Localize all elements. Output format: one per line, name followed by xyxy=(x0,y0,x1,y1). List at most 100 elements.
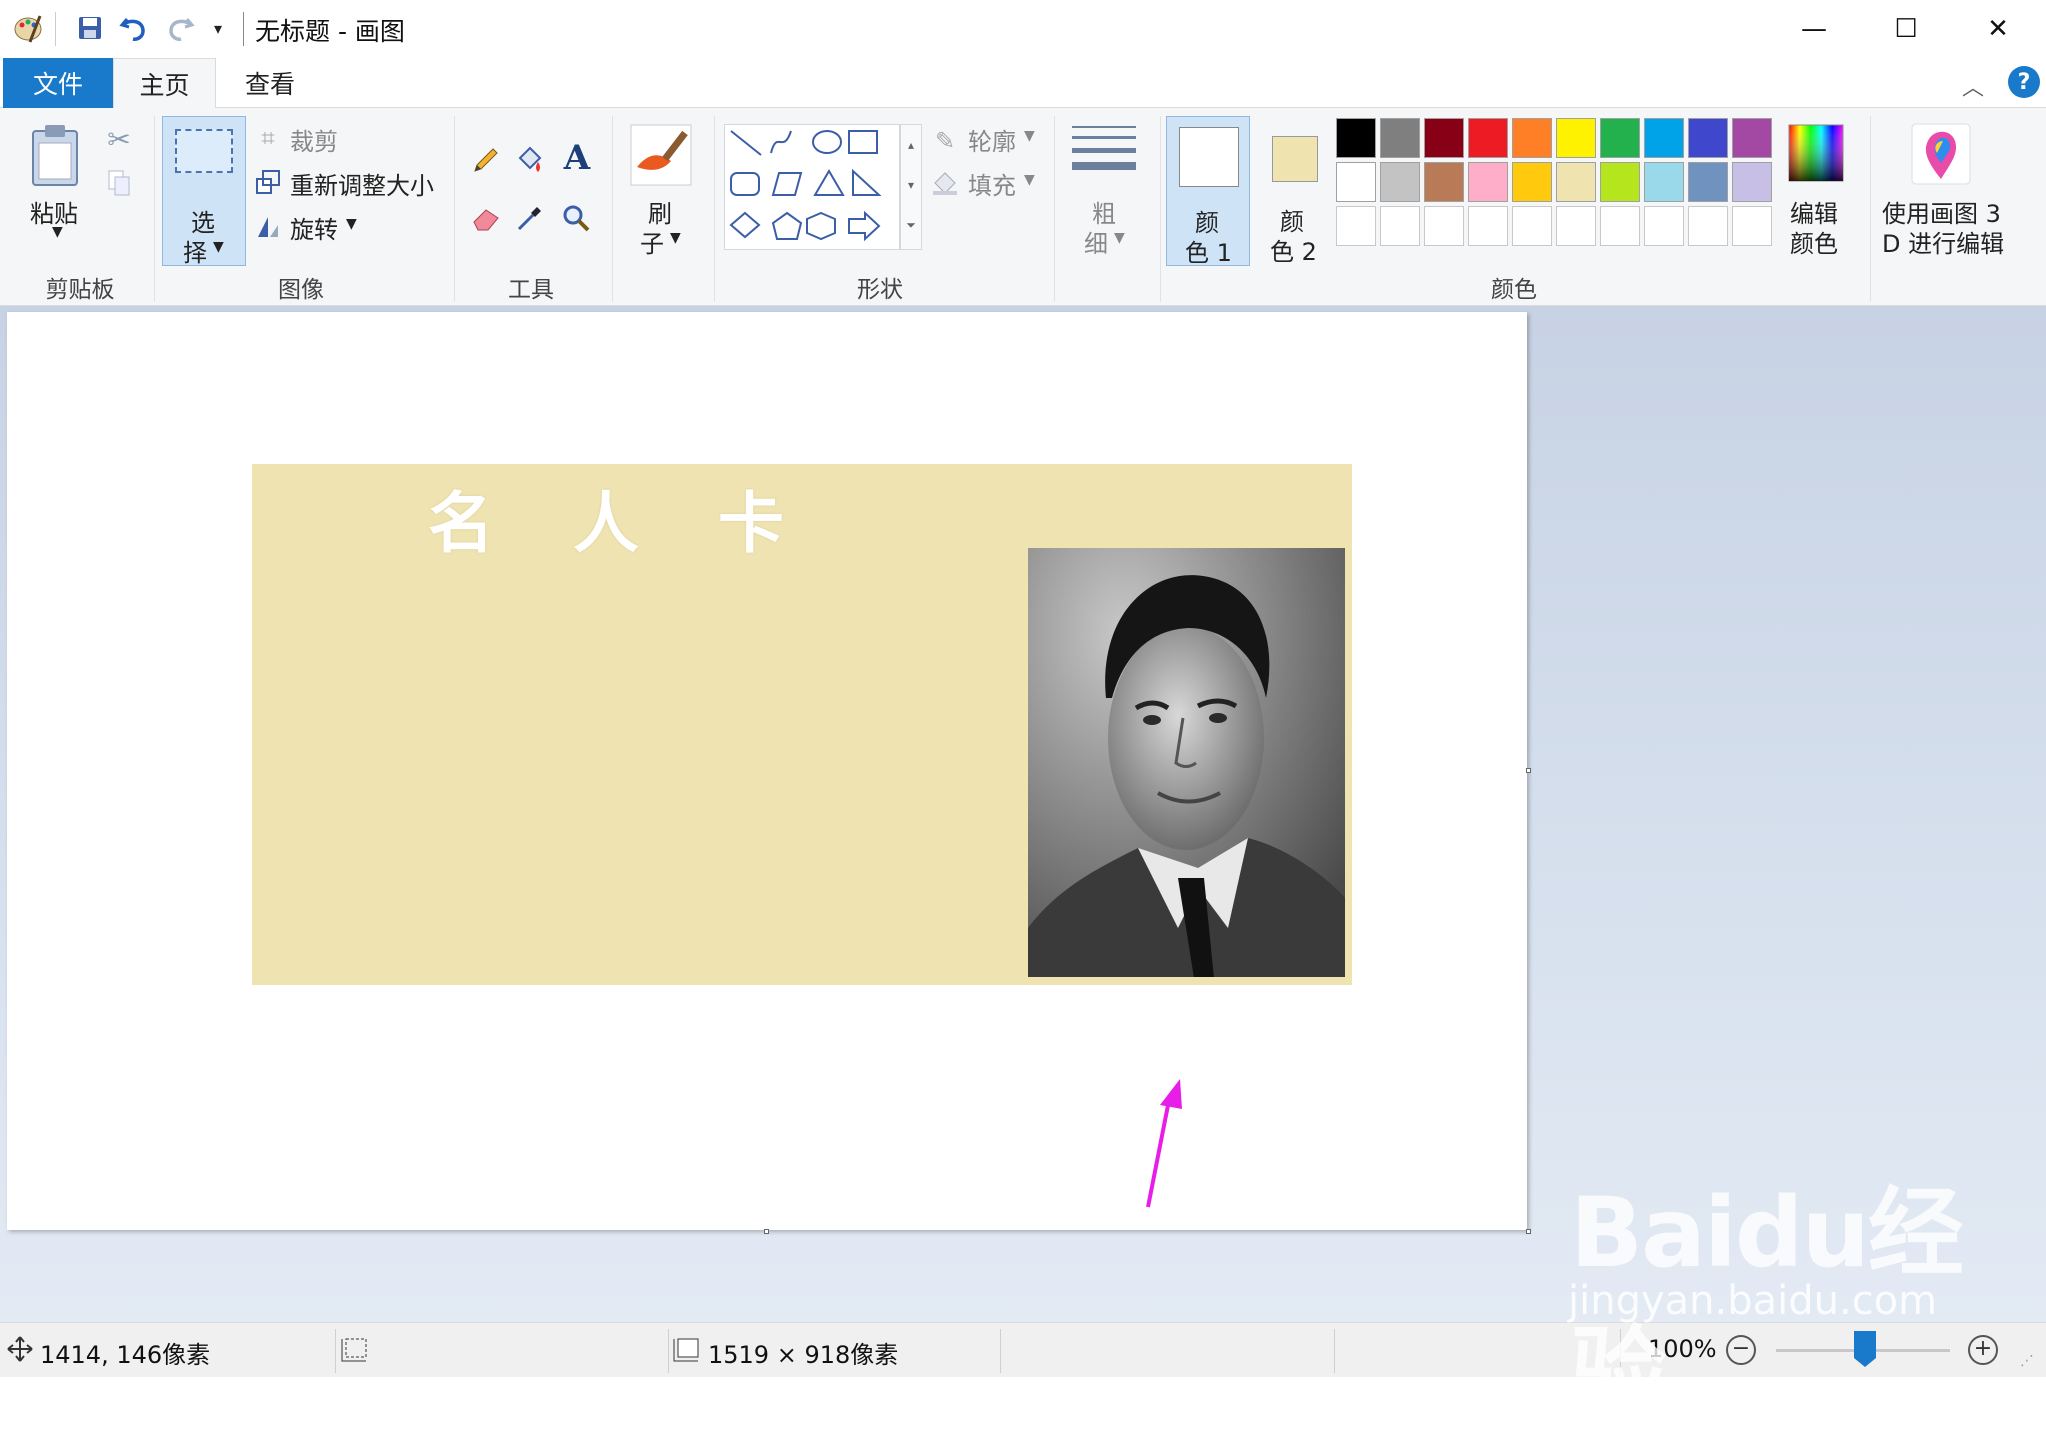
portrait-photo xyxy=(1028,548,1345,977)
custom-color-slot[interactable] xyxy=(1688,206,1728,246)
shapes-scrollbar[interactable]: ▴ ▾ ⏷ xyxy=(900,124,922,250)
magnifier-icon[interactable] xyxy=(558,200,594,236)
collapse-ribbon-icon[interactable]: ︿ xyxy=(1962,70,1984,102)
brushes-icon[interactable] xyxy=(628,122,694,188)
palette-swatch[interactable] xyxy=(1732,162,1772,202)
paste-icon[interactable] xyxy=(24,120,86,192)
crop-button[interactable]: 裁剪 xyxy=(290,122,338,157)
brushes-label-2[interactable]: 子 xyxy=(640,224,664,259)
text-tool-icon[interactable]: A xyxy=(558,138,596,178)
paint3d-icon[interactable] xyxy=(1910,122,1972,186)
custom-color-slot[interactable] xyxy=(1600,206,1640,246)
tab-view[interactable]: 查看 xyxy=(222,58,318,108)
undo-icon[interactable] xyxy=(114,8,154,48)
palette-swatch[interactable] xyxy=(1688,118,1728,158)
custom-color-slot[interactable] xyxy=(1512,206,1552,246)
cursor-position: 1414, 146像素 xyxy=(40,1341,211,1369)
status-separator xyxy=(1000,1329,1001,1373)
paint3d-label-2[interactable]: D 进行编辑 xyxy=(1882,224,2004,259)
copy-icon[interactable] xyxy=(104,166,134,200)
palette-swatch[interactable] xyxy=(1556,162,1596,202)
palette-swatch[interactable] xyxy=(1644,118,1684,158)
palette-swatch[interactable] xyxy=(1468,118,1508,158)
outline-dropdown-icon[interactable]: ▼ xyxy=(1024,128,1035,144)
size-dropdown-icon[interactable]: ▼ xyxy=(1114,230,1125,246)
palette-swatch[interactable] xyxy=(1600,162,1640,202)
color2-label-2: 色 2 xyxy=(1270,238,1317,266)
palette-swatch[interactable] xyxy=(1424,118,1464,158)
select-button[interactable]: 选 择 ▼ xyxy=(162,116,246,267)
palette-swatch[interactable] xyxy=(1336,162,1376,202)
rotate-dropdown-icon[interactable]: ▼ xyxy=(346,216,357,232)
palette-swatch[interactable] xyxy=(1644,162,1684,202)
tab-home[interactable]: 主页 xyxy=(113,58,216,109)
title-bar: ▾ 无标题 - 画图 — ☐ ✕ xyxy=(0,0,2046,58)
custom-color-slot[interactable] xyxy=(1336,206,1376,246)
fill-dropdown-icon[interactable]: ▼ xyxy=(1024,172,1035,188)
maximize-button[interactable]: ☐ xyxy=(1860,0,1952,58)
fill-bucket-icon[interactable] xyxy=(512,142,548,178)
size-label-2[interactable]: 细 xyxy=(1084,224,1108,259)
paste-dropdown-icon[interactable]: ▼ xyxy=(52,224,63,240)
group-separator xyxy=(612,116,613,302)
custom-color-slot[interactable] xyxy=(1380,206,1420,246)
edit-colors-icon[interactable] xyxy=(1786,122,1846,184)
palette-swatch[interactable] xyxy=(1512,118,1552,158)
palette-swatch[interactable] xyxy=(1424,162,1464,202)
window-title: 无标题 - 画图 xyxy=(255,17,405,46)
status-separator xyxy=(668,1329,669,1373)
resize-handle-bottom[interactable] xyxy=(764,1229,769,1234)
rotate-icon xyxy=(254,212,282,240)
custom-color-slot[interactable] xyxy=(1556,206,1596,246)
ribbon-tabs: 文件 主页 查看 ︿ ? xyxy=(0,58,2046,109)
close-button[interactable]: ✕ xyxy=(1952,0,2044,58)
paint-app-icon[interactable] xyxy=(8,8,48,48)
palette-swatch[interactable] xyxy=(1600,118,1640,158)
minimize-button[interactable]: — xyxy=(1768,0,1860,58)
color1-button[interactable]: 颜 色 1 xyxy=(1166,116,1250,267)
save-icon[interactable] xyxy=(70,8,110,48)
group-separator xyxy=(1870,116,1871,302)
group-label-colors: 颜色 xyxy=(1491,277,1537,303)
help-icon[interactable]: ? xyxy=(2008,66,2040,98)
group-label-shapes: 形状 xyxy=(857,277,903,303)
crop-icon: ⌗ xyxy=(261,124,275,152)
palette-swatch[interactable] xyxy=(1380,118,1420,158)
custom-color-slot[interactable] xyxy=(1468,206,1508,246)
resize-button[interactable]: 重新调整大小 xyxy=(290,166,434,201)
pencil-icon[interactable] xyxy=(468,142,504,178)
resize-icon xyxy=(254,168,282,196)
custom-color-slot[interactable] xyxy=(1732,206,1772,246)
group-separator xyxy=(1054,116,1055,302)
eraser-icon[interactable] xyxy=(468,200,504,236)
edit-colors-label-2[interactable]: 颜色 xyxy=(1790,224,1838,259)
color2-button[interactable]: 颜 色 2 xyxy=(1260,116,1334,266)
custom-color-slot[interactable] xyxy=(1424,206,1464,246)
card-title: 名 人 卡 xyxy=(428,484,812,562)
select-dropdown-icon: ▼ xyxy=(213,239,224,255)
palette-swatch[interactable] xyxy=(1468,162,1508,202)
palette-swatch[interactable] xyxy=(1380,162,1420,202)
brushes-dropdown-icon[interactable]: ▼ xyxy=(670,230,681,246)
shapes-gallery[interactable] xyxy=(724,124,900,250)
resize-handle-corner[interactable] xyxy=(1526,1229,1531,1234)
selection-size-icon xyxy=(340,1335,370,1363)
outline-button[interactable]: 轮廓 xyxy=(968,122,1016,157)
fill-button[interactable]: 填充 xyxy=(968,166,1016,201)
group-separator xyxy=(154,116,155,302)
color-palette xyxy=(1336,118,1776,258)
custom-color-slot[interactable] xyxy=(1644,206,1684,246)
palette-swatch[interactable] xyxy=(1732,118,1772,158)
rotate-button[interactable]: 旋转 xyxy=(290,210,338,245)
palette-swatch[interactable] xyxy=(1688,162,1728,202)
tab-file[interactable]: 文件 xyxy=(3,58,113,108)
palette-swatch[interactable] xyxy=(1556,118,1596,158)
cut-icon[interactable]: ✂ xyxy=(104,122,134,156)
resize-handle-right[interactable] xyxy=(1526,768,1531,773)
quick-access-dropdown-icon[interactable]: ▾ xyxy=(198,8,238,48)
palette-swatch[interactable] xyxy=(1336,118,1376,158)
palette-swatch[interactable] xyxy=(1512,162,1552,202)
size-icon[interactable] xyxy=(1072,124,1136,184)
redo-icon[interactable] xyxy=(160,8,200,48)
color-picker-icon[interactable] xyxy=(512,200,548,236)
